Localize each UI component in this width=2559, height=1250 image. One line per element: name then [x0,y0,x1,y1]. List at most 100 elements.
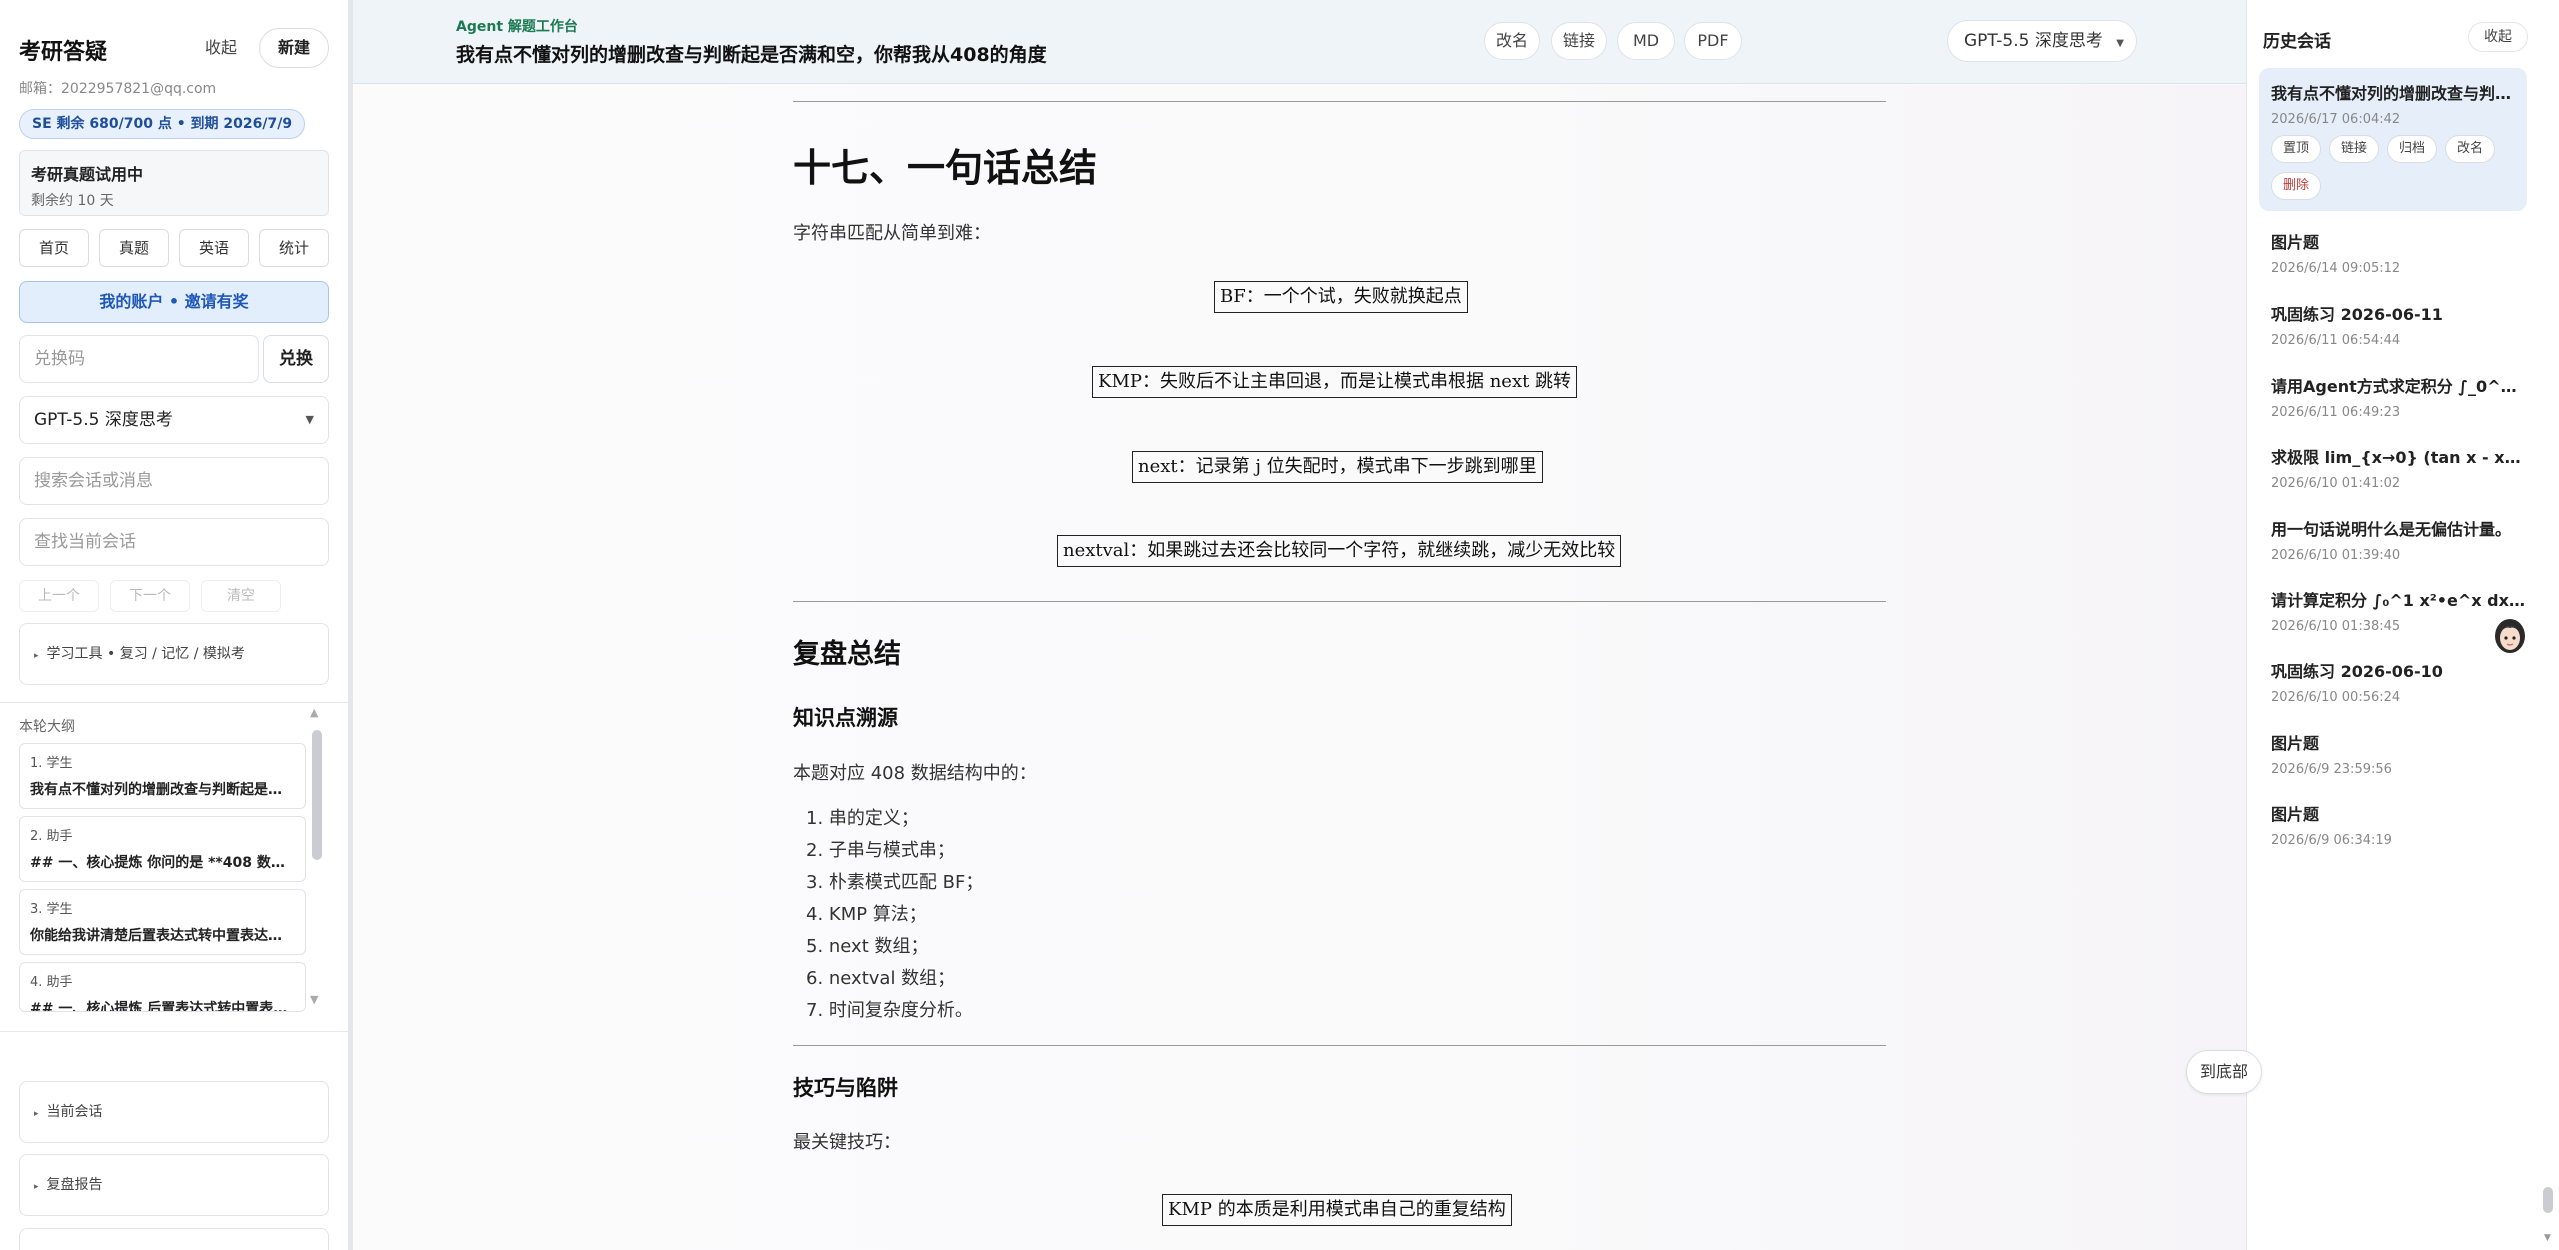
assistant-avatar[interactable] [2492,616,2528,656]
history-item-title: 图片题 [2271,233,2320,252]
outline-item[interactable]: 2. 助手 ## 一、核心提炼 你问的是 **408 数据结构 [19,816,306,882]
study-tools-label: 学习工具 • 复习 / 记忆 / 模拟考 [46,646,245,662]
history-item-title: 巩固练习 2026-06-11 [2271,305,2443,324]
history-item[interactable]: 请计算定积分 ∫₀^1 x²•e^x dx 的值 2026/6/10 01:38… [2259,587,2527,634]
list-item: 1. 串的定义； [806,808,919,829]
outline-scroll-up-icon[interactable]: ▲ [310,706,318,719]
trial-status-card: 考研真题试用中 剩余约 10 天 [19,150,329,216]
nav-home-button[interactable]: 首页 [19,229,89,267]
outline-text: ## 一、核心提炼 后置表达式转中置表达式 [30,1001,295,1012]
history-item[interactable]: 图片题 2026/6/9 23:59:56 [2259,730,2527,777]
app-title: 考研答疑 [19,40,108,65]
caret-right-icon: ▸ [34,651,39,661]
tips-intro: 最关键技巧： [793,1132,901,1153]
divider [793,1045,1886,1046]
history-title: 历史会话 [2263,32,2331,52]
history-item-time: 2026/6/10 01:38:45 [2271,619,2401,634]
delete-button[interactable]: 删除 [2271,172,2321,200]
history-item[interactable]: 用一句话说明什么是无偏估计量。 2026/6/10 01:39:40 [2259,516,2527,563]
knowledge-intro: 本题对应 408 数据结构中的： [793,763,1037,784]
collapse-history-button[interactable]: 收起 [2468,22,2528,52]
history-item-title: 图片题 [2271,734,2320,753]
rename-button[interactable]: 改名 [2445,135,2495,163]
history-item-time: 2026/6/9 23:59:56 [2271,762,2392,777]
nav-english-button[interactable]: 英语 [179,229,249,267]
list-item: 6. nextval 数组； [806,968,956,989]
tips-heading: 技巧与陷阱 [793,1076,898,1100]
divider [0,702,348,703]
header-model-value: GPT-5.5 深度思考 [1964,31,2103,51]
history-item-time: 2026/6/10 01:41:02 [2271,476,2401,491]
main-scrollbar[interactable] [2543,1187,2553,1213]
user-email: 邮箱：2022957821@qq.com [19,81,217,97]
outline-label: 本轮大纲 [19,719,75,735]
scroll-to-bottom-button[interactable]: 到底部 [2186,1050,2262,1094]
model-select[interactable]: GPT-5.5 深度思考 ▼ [19,396,329,444]
history-item[interactable]: 图片题 2026/6/14 09:05:12 [2259,229,2527,276]
link-button[interactable]: 链接 [1551,22,1607,60]
formula-box: BF：一个个试，失败就换起点 [1214,281,1468,313]
outline-role: 1. 学生 [30,756,73,771]
find-clear-button[interactable]: 清空 [201,580,281,612]
history-item-title: 请用Agent方式求定积分 ∫_0^1 x²e^x dx [2271,377,2527,396]
new-session-button[interactable]: 新建 [259,28,329,68]
outline-role: 2. 助手 [30,829,73,844]
history-item[interactable]: 求极限 lim_{x→0} (tan x - x)/x³ 2026/6/10 0… [2259,444,2527,491]
export-pdf-button[interactable]: PDF [1684,22,1742,60]
account-invite-button[interactable]: 我的账户 • 邀请有奖 [19,281,329,323]
outline-item[interactable]: 4. 助手 ## 一、核心提炼 后置表达式转中置表达式 [19,962,306,1012]
export-md-button[interactable]: MD [1617,22,1675,60]
history-item-time: 2026/6/11 06:49:23 [2271,405,2401,420]
history-item-title: 求极限 lim_{x→0} (tan x - x)/x³ [2271,448,2527,467]
nav-exam-button[interactable]: 真题 [99,229,169,267]
scroll-down-arrow-icon[interactable]: ▼ [2544,1233,2551,1243]
review-report-label: 复盘报告 [46,1177,103,1193]
more-toggle[interactable] [19,1228,329,1250]
knowledge-heading: 知识点溯源 [793,706,898,730]
archive-button[interactable]: 归档 [2387,135,2437,163]
section-heading: 十七、一句话总结 [793,145,1098,190]
divider [793,601,1886,602]
outline-scroll-down-icon[interactable]: ▼ [310,993,318,1006]
find-in-session-input[interactable]: 查找当前会话 [19,518,329,566]
trial-remaining: 剩余约 10 天 [31,193,114,209]
history-item-time: 2026/6/17 06:04:42 [2271,112,2401,127]
divider [0,1031,348,1032]
history-item-time: 2026/6/11 06:54:44 [2271,333,2401,348]
formula-box: KMP 的本质是利用模式串自己的重复结构 [1162,1194,1512,1226]
divider [793,101,1886,102]
outline-item[interactable]: 1. 学生 我有点不懂对列的增删改查与判断起是否满和空，你帮我从408的角度 [19,743,306,809]
history-item[interactable]: 巩固练习 2026-06-11 2026/6/11 06:54:44 [2259,301,2527,348]
list-item: 5. next 数组； [806,936,929,957]
history-item[interactable]: 请用Agent方式求定积分 ∫_0^1 x²e^x dx 2026/6/11 0… [2259,373,2527,420]
current-session-toggle[interactable]: ▸ 当前会话 [19,1081,329,1143]
caret-right-icon: ▸ [34,1182,39,1192]
rename-button[interactable]: 改名 [1484,22,1540,60]
question-title: 我有点不懂对列的增删改查与判断起是否满和空，你帮我从408的角度 [456,44,1047,66]
top-header: Agent 解题工作台 我有点不懂对列的增删改查与判断起是否满和空，你帮我从40… [353,0,2246,84]
history-item[interactable]: 图片题 2026/6/9 06:34:19 [2259,801,2527,848]
study-tools-toggle[interactable]: ▸ 学习工具 • 复习 / 记忆 / 模拟考 [19,623,329,685]
intro-text: 字符串匹配从简单到难： [793,223,991,244]
outline-scrollbar[interactable] [312,730,322,860]
find-next-button[interactable]: 下一个 [110,580,190,612]
review-report-toggle[interactable]: ▸ 复盘报告 [19,1154,329,1216]
history-item-title: 巩固练习 2026-06-10 [2271,662,2443,681]
redeem-button[interactable]: 兑换 [263,335,329,383]
history-item[interactable]: 我有点不懂对列的增删改查与判断起是否满和空 2026/6/17 06:04:42 [2259,80,2527,127]
nav-stats-button[interactable]: 统计 [259,229,329,267]
history-item-time: 2026/6/10 01:39:40 [2271,548,2401,563]
outline-item[interactable]: 3. 学生 你能给我讲清楚后置表达式转中置表达式吗 [19,889,306,955]
link-button[interactable]: 链接 [2329,135,2379,163]
pin-button[interactable]: 置顶 [2271,135,2321,163]
history-item-title: 请计算定积分 ∫₀^1 x²•e^x dx 的值 [2271,591,2527,610]
formula-box: KMP：失败后不让主串回退，而是让模式串根据 next 跳转 [1092,366,1578,398]
list-item: 7. 时间复杂度分析。 [806,1000,973,1021]
find-prev-button[interactable]: 上一个 [19,580,99,612]
redeem-code-input[interactable]: 兑换码 [19,335,259,383]
search-sessions-input[interactable]: 搜索会话或消息 [19,457,329,505]
history-item[interactable]: 巩固练习 2026-06-10 2026/6/10 00:56:24 [2259,658,2527,705]
header-model-select[interactable]: GPT-5.5 深度思考 ▼ [1947,20,2137,62]
collapse-sidebar-button[interactable]: 收起 [193,28,249,68]
message-content: 十七、一句话总结 字符串匹配从简单到难： BF：一个个试，失败就换起点 KMP：… [353,85,2246,1250]
